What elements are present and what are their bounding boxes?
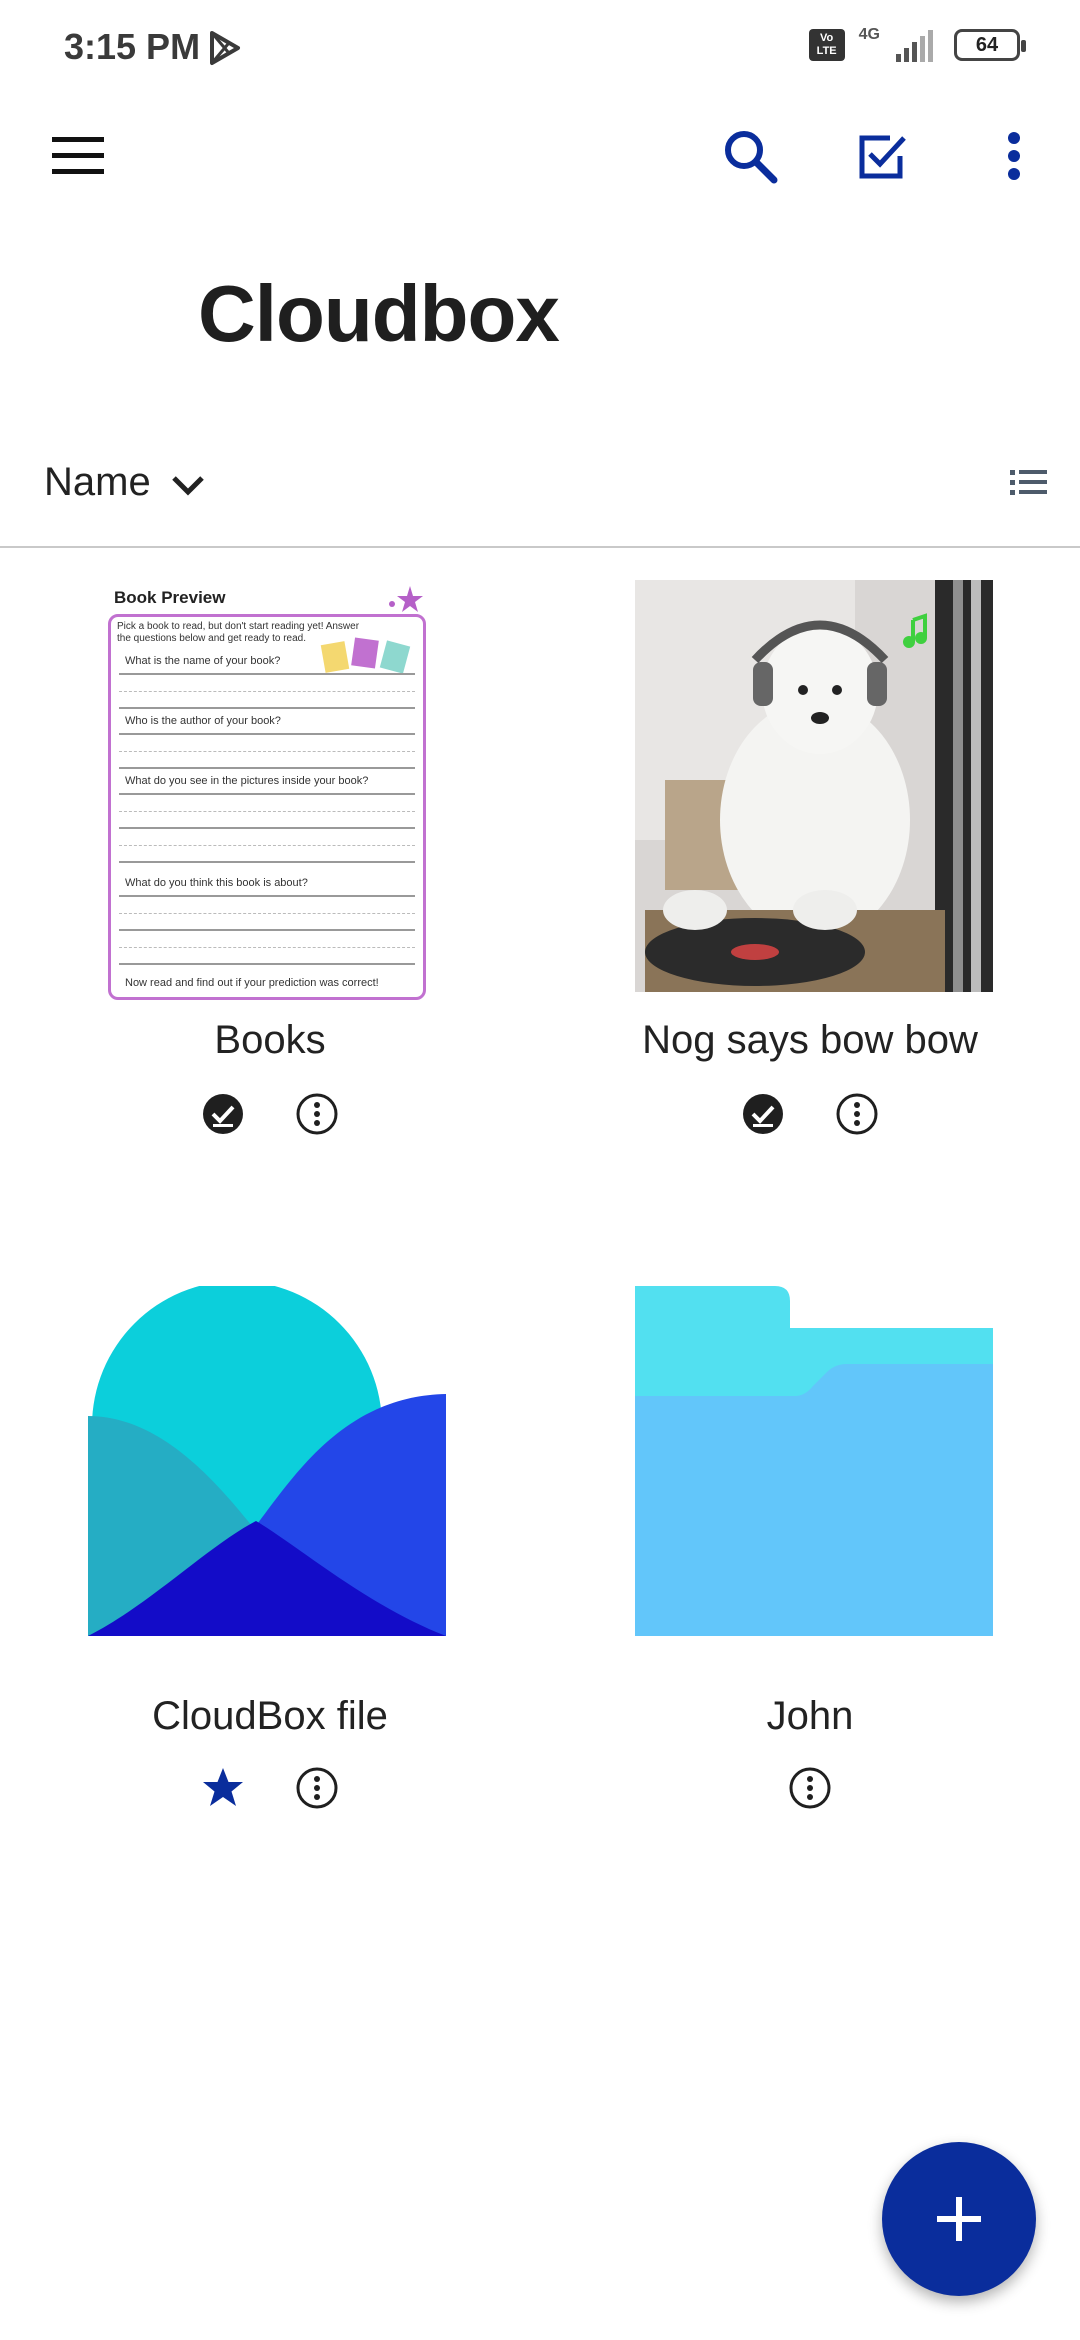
play-store-icon <box>210 31 240 65</box>
more-circle-icon[interactable] <box>833 1090 881 1138</box>
grid-item-nog-says-bow-bow[interactable]: Nog says bow bow <box>540 570 1080 1160</box>
book-icons-decoration <box>320 637 413 674</box>
item-actions <box>540 1090 1080 1138</box>
item-actions <box>0 1764 540 1812</box>
more-circle-icon[interactable] <box>293 1764 341 1812</box>
item-name: John <box>766 1694 854 1738</box>
book-question-4: What do you think this book is about? <box>125 877 308 889</box>
book-preview-title: Book Preview <box>114 588 226 607</box>
list-view-icon[interactable] <box>1006 460 1050 504</box>
item-actions <box>0 1090 540 1138</box>
more-vert-icon[interactable] <box>976 114 1052 198</box>
status-indicators: Vo LTE 4G 64 <box>808 26 1026 62</box>
status-bar: 3:15 PM Vo LTE 4G 64 <box>0 0 1080 100</box>
more-circle-icon[interactable] <box>786 1764 834 1812</box>
app-bar <box>0 100 1080 212</box>
item-name: Books <box>214 1018 326 1062</box>
add-fab-button[interactable] <box>882 2142 1036 2296</box>
item-name: CloudBox file <box>152 1694 388 1738</box>
item-name: Nog says bow bow <box>642 1018 978 1062</box>
hamburger-menu-icon[interactable] <box>30 116 126 196</box>
search-icon[interactable] <box>702 114 798 198</box>
book-question-3: What do you see in the pictures inside y… <box>125 775 369 787</box>
volte-badge: Vo LTE <box>808 29 845 61</box>
grid-item-cloudbox-file[interactable]: CloudBox file <box>0 1270 540 1840</box>
page-title: Cloudbox <box>198 269 560 358</box>
dog-dj-photo <box>635 580 993 992</box>
signal-icon <box>896 30 933 62</box>
check-circle-icon <box>199 1090 247 1138</box>
sort-bar: Name <box>0 440 1080 548</box>
grid-item-john[interactable]: John <box>540 1270 1080 1840</box>
item-actions <box>540 1764 1080 1812</box>
book-preview-footer: Now read and find out if your prediction… <box>125 977 379 989</box>
book-preview-thumbnail: Book Preview Pick a book to read, but do… <box>108 580 426 1000</box>
grid-item-books[interactable]: Book Preview Pick a book to read, but do… <box>0 570 540 1160</box>
status-time: 3:15 PM <box>64 26 201 67</box>
book-preview-frame: Pick a book to read, but don't start rea… <box>108 614 426 1000</box>
plus-icon <box>937 2197 981 2241</box>
chevron-down-icon[interactable] <box>168 466 208 506</box>
cloudbox-logo-thumbnail <box>88 1281 446 1636</box>
star-icon[interactable] <box>199 1764 247 1812</box>
book-question-2: Who is the author of your book? <box>125 715 281 727</box>
more-circle-icon[interactable] <box>293 1090 341 1138</box>
battery-indicator: 64 <box>954 29 1026 61</box>
book-question-1: What is the name of your book? <box>125 655 281 667</box>
folder-icon <box>635 1286 993 1636</box>
checkbox-icon[interactable] <box>834 114 930 198</box>
network-type: 4G <box>858 26 880 43</box>
check-circle-icon <box>739 1090 787 1138</box>
sort-dropdown-label[interactable]: Name <box>44 460 151 505</box>
